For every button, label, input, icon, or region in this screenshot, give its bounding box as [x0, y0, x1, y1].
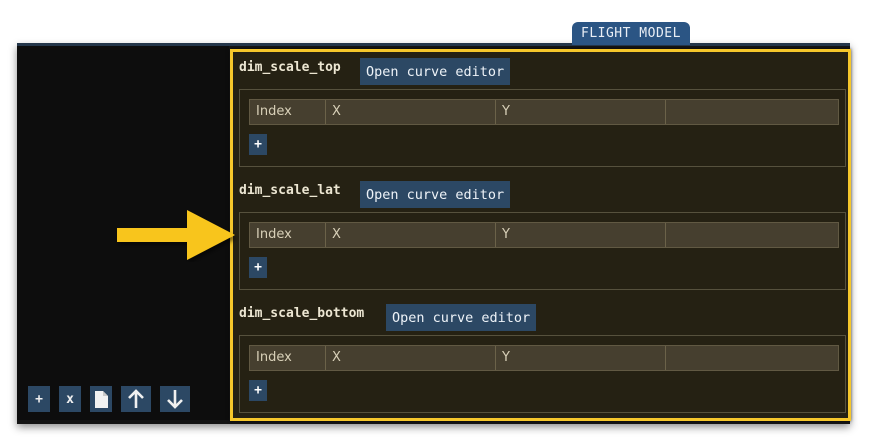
curve-name-label: dim_scale_top	[239, 60, 341, 75]
add-row-button[interactable]: +	[249, 257, 267, 278]
move-down-button[interactable]	[160, 386, 190, 412]
add-item-button[interactable]: +	[28, 386, 50, 412]
column-header-empty	[666, 223, 838, 247]
curve-table-header: Index X Y	[249, 99, 839, 125]
curve-name-label: dim_scale_lat	[239, 183, 341, 198]
curve-table-group: Index X Y +	[239, 212, 846, 290]
open-curve-editor-button[interactable]: Open curve editor	[386, 304, 537, 331]
curve-table-header: Index X Y	[249, 345, 839, 371]
column-header-empty	[666, 346, 838, 370]
add-row-button[interactable]: +	[249, 380, 267, 401]
add-row-button[interactable]: +	[249, 134, 267, 155]
open-curve-editor-button[interactable]: Open curve editor	[360, 58, 511, 85]
column-header-y[interactable]: Y	[496, 100, 666, 124]
column-header-x[interactable]: X	[326, 223, 496, 247]
open-curve-editor-button[interactable]: Open curve editor	[360, 181, 511, 208]
column-header-index[interactable]: Index	[250, 346, 326, 370]
column-header-x[interactable]: X	[326, 100, 496, 124]
curve-name-label: dim_scale_bottom	[239, 306, 365, 321]
curve-table-header: Index X Y	[249, 222, 839, 248]
copy-button[interactable]	[90, 386, 112, 412]
column-header-y[interactable]: Y	[496, 346, 666, 370]
column-header-x[interactable]: X	[326, 346, 496, 370]
remove-item-button[interactable]: x	[59, 386, 81, 412]
document-icon	[94, 390, 108, 408]
curve-properties-panel: dim_scale_top Open curve editor Index X …	[230, 49, 851, 421]
arrow-up-icon	[127, 389, 145, 409]
arrow-down-icon	[166, 389, 184, 409]
column-header-index[interactable]: Index	[250, 100, 326, 124]
curve-table-group: Index X Y +	[239, 335, 846, 413]
column-header-index[interactable]: Index	[250, 223, 326, 247]
callout-arrow-icon	[115, 206, 239, 266]
column-header-y[interactable]: Y	[496, 223, 666, 247]
left-toolbar: + x	[28, 386, 190, 412]
tab-flight-model[interactable]: FLIGHT MODEL	[572, 22, 690, 45]
column-header-empty	[666, 100, 838, 124]
move-up-button[interactable]	[121, 386, 151, 412]
curve-table-group: Index X Y +	[239, 89, 846, 167]
